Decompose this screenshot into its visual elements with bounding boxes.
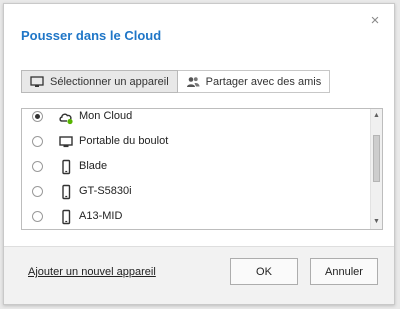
- scrollbar-thumb[interactable]: [373, 135, 380, 182]
- device-item-a13-mid[interactable]: A13-MID: [22, 205, 370, 229]
- cloud-icon: [59, 113, 73, 125]
- device-radio[interactable]: [32, 211, 43, 222]
- device-label: Portable du boulot: [79, 135, 169, 147]
- device-label: GT-S5830i: [79, 185, 132, 197]
- device-radio[interactable]: [32, 111, 43, 122]
- tab-select-device-label: Sélectionner un appareil: [50, 75, 169, 88]
- dialog-footer: Ajouter un nouvel appareil OK Annuler: [4, 246, 394, 304]
- phone-icon: [62, 184, 71, 200]
- tab-bar: Sélectionner un appareil Partager avec d…: [21, 70, 331, 95]
- scroll-down-arrow-icon[interactable]: ▼: [371, 216, 382, 228]
- laptop-icon: [59, 136, 73, 148]
- device-list-scrollbar[interactable]: ▲ ▼: [370, 109, 382, 229]
- tab-share-with-friends[interactable]: Partager avec des amis: [177, 70, 331, 93]
- device-item-blade[interactable]: Blade: [22, 155, 370, 180]
- ok-button[interactable]: OK: [230, 258, 298, 285]
- cancel-button[interactable]: Annuler: [310, 258, 378, 285]
- people-icon: [186, 76, 200, 87]
- device-item-portable-du-boulot[interactable]: Portable du boulot: [22, 130, 370, 155]
- device-radio[interactable]: [32, 136, 43, 147]
- tab-select-device[interactable]: Sélectionner un appareil: [21, 70, 178, 93]
- phone-icon: [62, 209, 71, 225]
- scroll-up-arrow-icon[interactable]: ▲: [371, 110, 382, 122]
- monitor-icon: [30, 75, 44, 87]
- device-label: Mon Cloud: [79, 110, 133, 122]
- device-list: Mon Cloud Portable du boulot Blade GT-S5…: [21, 108, 383, 230]
- device-radio[interactable]: [32, 161, 43, 172]
- device-radio[interactable]: [32, 186, 43, 197]
- device-label: Blade: [79, 160, 108, 172]
- device-label: A13-MID: [79, 210, 123, 222]
- close-icon[interactable]: ×: [368, 13, 382, 28]
- push-to-cloud-dialog: × Pousser dans le Cloud Sélectionner un …: [3, 3, 395, 305]
- add-new-device-link[interactable]: Ajouter un nouvel appareil: [28, 266, 156, 278]
- tab-share-label: Partager avec des amis: [205, 75, 322, 88]
- device-item-gt-s5830i[interactable]: GT-S5830i: [22, 180, 370, 205]
- device-item-mon-cloud[interactable]: Mon Cloud: [22, 109, 370, 130]
- phone-icon: [62, 159, 71, 175]
- dialog-title: Pousser dans le Cloud: [21, 28, 162, 43]
